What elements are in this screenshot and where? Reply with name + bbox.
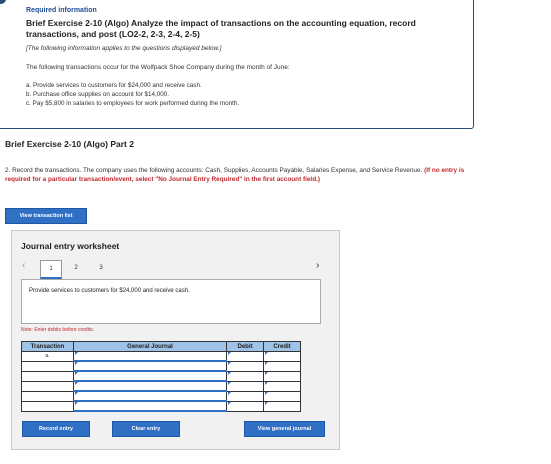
transaction-item: c. Pay $5,800 in salaries to employees f… [26, 100, 240, 107]
column-header-general-journal: General Journal [73, 341, 227, 352]
input-marker-icon [228, 352, 231, 355]
input-marker-icon [265, 401, 268, 405]
required-information-label: Required information [26, 7, 97, 14]
page-1-tab[interactable]: 1 [40, 260, 62, 279]
column-header-debit: Debit [226, 341, 264, 352]
exercise-title: Brief Exercise 2-10 (Algo) Analyze the i… [26, 18, 416, 39]
journal-entry-worksheet: Journal entry worksheet ‹ 1 2 3 › Provid… [11, 230, 340, 450]
input-marker-icon [265, 371, 268, 375]
record-entry-button[interactable]: Record entry [22, 421, 90, 437]
debit-note: Note: Enter debits before credits. [21, 327, 95, 333]
credit-input[interactable] [263, 380, 301, 392]
transaction-description: Provide services to customers for $24,00… [29, 288, 190, 294]
debit-input[interactable] [226, 400, 264, 412]
table-row [21, 390, 301, 402]
debit-input[interactable] [226, 390, 264, 402]
dropdown-marker-icon [75, 392, 78, 395]
dropdown-marker-icon [75, 372, 78, 375]
transaction-cell [21, 370, 74, 382]
column-header-credit: Credit [263, 341, 301, 352]
table-row [21, 400, 301, 412]
transaction-cell [21, 390, 74, 402]
account-select[interactable] [73, 380, 227, 392]
transaction-item: a. Provide services to customers for $24… [26, 82, 202, 89]
transaction-description-box: Provide services to customers for $24,00… [21, 279, 321, 324]
intro-text: The following transactions occur for the… [26, 64, 290, 71]
debit-input[interactable] [226, 351, 264, 362]
transaction-item: b. Purchase office supplies on account f… [26, 91, 170, 98]
credit-input[interactable] [263, 400, 301, 412]
table-row: a. [21, 351, 301, 362]
page-3-tab[interactable]: 3 [91, 260, 111, 276]
view-transaction-list-button[interactable]: View transaction list [5, 208, 87, 224]
account-select[interactable] [73, 390, 227, 402]
column-header-transaction: Transaction [21, 341, 74, 352]
input-marker-icon [265, 391, 268, 395]
input-marker-icon [228, 391, 231, 395]
instruction-text: 2. Record the transactions. The company … [5, 166, 475, 184]
input-marker-icon [265, 381, 268, 385]
worksheet-pager: ‹ 1 2 3 › [12, 258, 339, 279]
journal-table: Transaction General Journal Debit Credit… [21, 341, 301, 412]
part-title: Brief Exercise 2-10 (Algo) Part 2 [5, 139, 134, 149]
account-select[interactable] [73, 400, 227, 412]
debit-input[interactable] [226, 370, 264, 382]
dropdown-marker-icon [75, 362, 78, 365]
page-2-tab[interactable]: 2 [66, 260, 86, 276]
chevron-left-icon[interactable]: ‹ [22, 260, 25, 271]
table-row [21, 370, 301, 382]
transaction-cell [21, 380, 74, 392]
credit-input[interactable] [263, 390, 301, 402]
info-note: [The following information applies to th… [26, 45, 222, 52]
account-select[interactable] [73, 351, 227, 362]
account-select[interactable] [73, 370, 227, 382]
input-marker-icon [265, 352, 268, 355]
dropdown-marker-icon [75, 402, 78, 405]
dropdown-marker-icon [75, 382, 78, 385]
dropdown-marker-icon [75, 352, 78, 355]
input-marker-icon [228, 361, 231, 365]
input-marker-icon [228, 381, 231, 385]
input-marker-icon [265, 361, 268, 365]
chevron-right-icon[interactable]: › [316, 260, 319, 271]
transaction-cell [21, 360, 74, 372]
credit-input[interactable] [263, 360, 301, 372]
transaction-list: a. Provide services to customers for $24… [26, 81, 239, 108]
credit-input[interactable] [263, 370, 301, 382]
journal-header-row: Transaction General Journal Debit Credit [21, 341, 301, 352]
view-general-journal-button[interactable]: View general journal [244, 421, 325, 437]
instruction-body: 2. Record the transactions. The company … [5, 167, 423, 174]
input-marker-icon [228, 401, 231, 405]
debit-input[interactable] [226, 380, 264, 392]
clear-entry-button[interactable]: Clear entry [112, 421, 180, 437]
transaction-cell: a. [21, 351, 74, 362]
transaction-cell [21, 400, 74, 412]
credit-input[interactable] [263, 351, 301, 362]
account-select[interactable] [73, 360, 227, 372]
table-row [21, 380, 301, 392]
worksheet-title: Journal entry worksheet [21, 241, 120, 251]
debit-input[interactable] [226, 360, 264, 372]
input-marker-icon [228, 371, 231, 375]
table-row [21, 360, 301, 372]
